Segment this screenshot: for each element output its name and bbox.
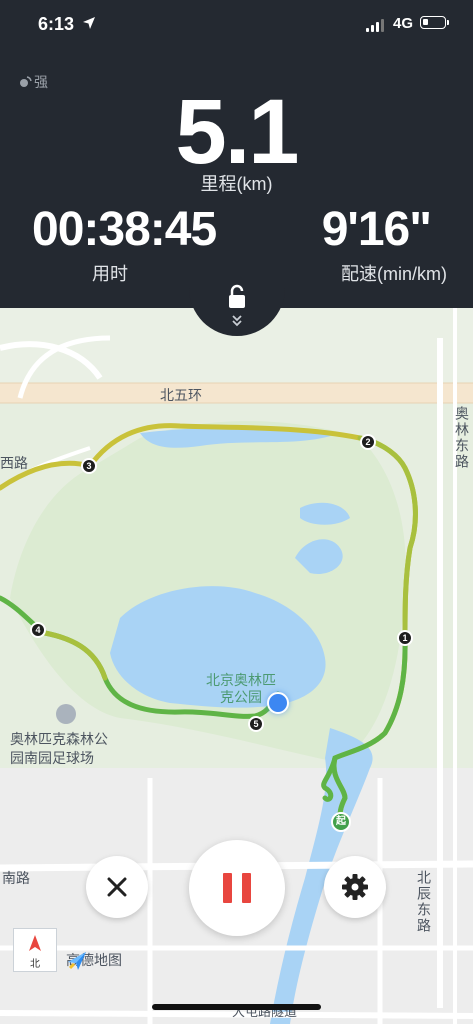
km-marker-2: 2 [360,434,376,450]
chevron-down-icon [232,315,242,327]
road-label-beiwuhuan: 北五环 [160,387,202,403]
network-type: 4G [393,15,414,32]
road-label-beichen-donglu: 北辰东路 [416,870,432,934]
pace-value: 9'16" [321,203,432,256]
stop-button[interactable] [86,856,148,918]
poi-label: 奥林匹克森林公园南园足球场 [10,731,108,766]
settings-button[interactable] [324,856,386,918]
start-marker: 起 [331,812,351,832]
km-marker-3: 3 [81,458,97,474]
soccer-poi-icon [56,704,76,724]
status-bar: 6:13 4G [0,0,473,48]
map-brand: 高德地图 [66,950,122,970]
close-icon [107,877,127,897]
road-label-aolin-donglu: 奥林东路 [454,406,470,470]
map-view[interactable]: 北五环 西路 奥林东路 南路 北辰东路 大屯路隧道 北京奥林匹克公园 奥林匹克森… [0,308,473,1024]
road-label-xilu: 西路 [0,455,28,471]
km-marker-4: 4 [30,622,46,638]
stats-panel: 6:13 4G 强 5.1 里程(km) 00:38:45 用时 9'16" 配… [0,0,473,308]
compass-icon [29,935,41,951]
pace-label: 配速(min/km) [341,264,447,284]
home-indicator[interactable] [152,1004,321,1010]
battery-icon [420,16,449,29]
pause-button[interactable] [189,840,285,936]
duration-label: 用时 [92,264,128,284]
distance-label: 里程(km) [200,174,273,194]
gear-icon [342,874,368,900]
location-arrow-icon [83,17,95,29]
lock-icon [229,284,245,308]
duration-value: 00:38:45 [32,203,217,256]
road-label-nanlu: 南路 [2,870,30,886]
current-location-dot [267,692,289,714]
km-marker-5: 5 [248,716,264,732]
status-time: 6:13 [38,14,75,34]
amap-logo-icon [68,952,86,970]
signal-icon [366,18,386,32]
compass-label: 北 [30,959,40,970]
compass-button[interactable]: 北 [13,928,57,972]
km-marker-1: 1 [397,630,413,646]
pause-icon [223,873,251,903]
